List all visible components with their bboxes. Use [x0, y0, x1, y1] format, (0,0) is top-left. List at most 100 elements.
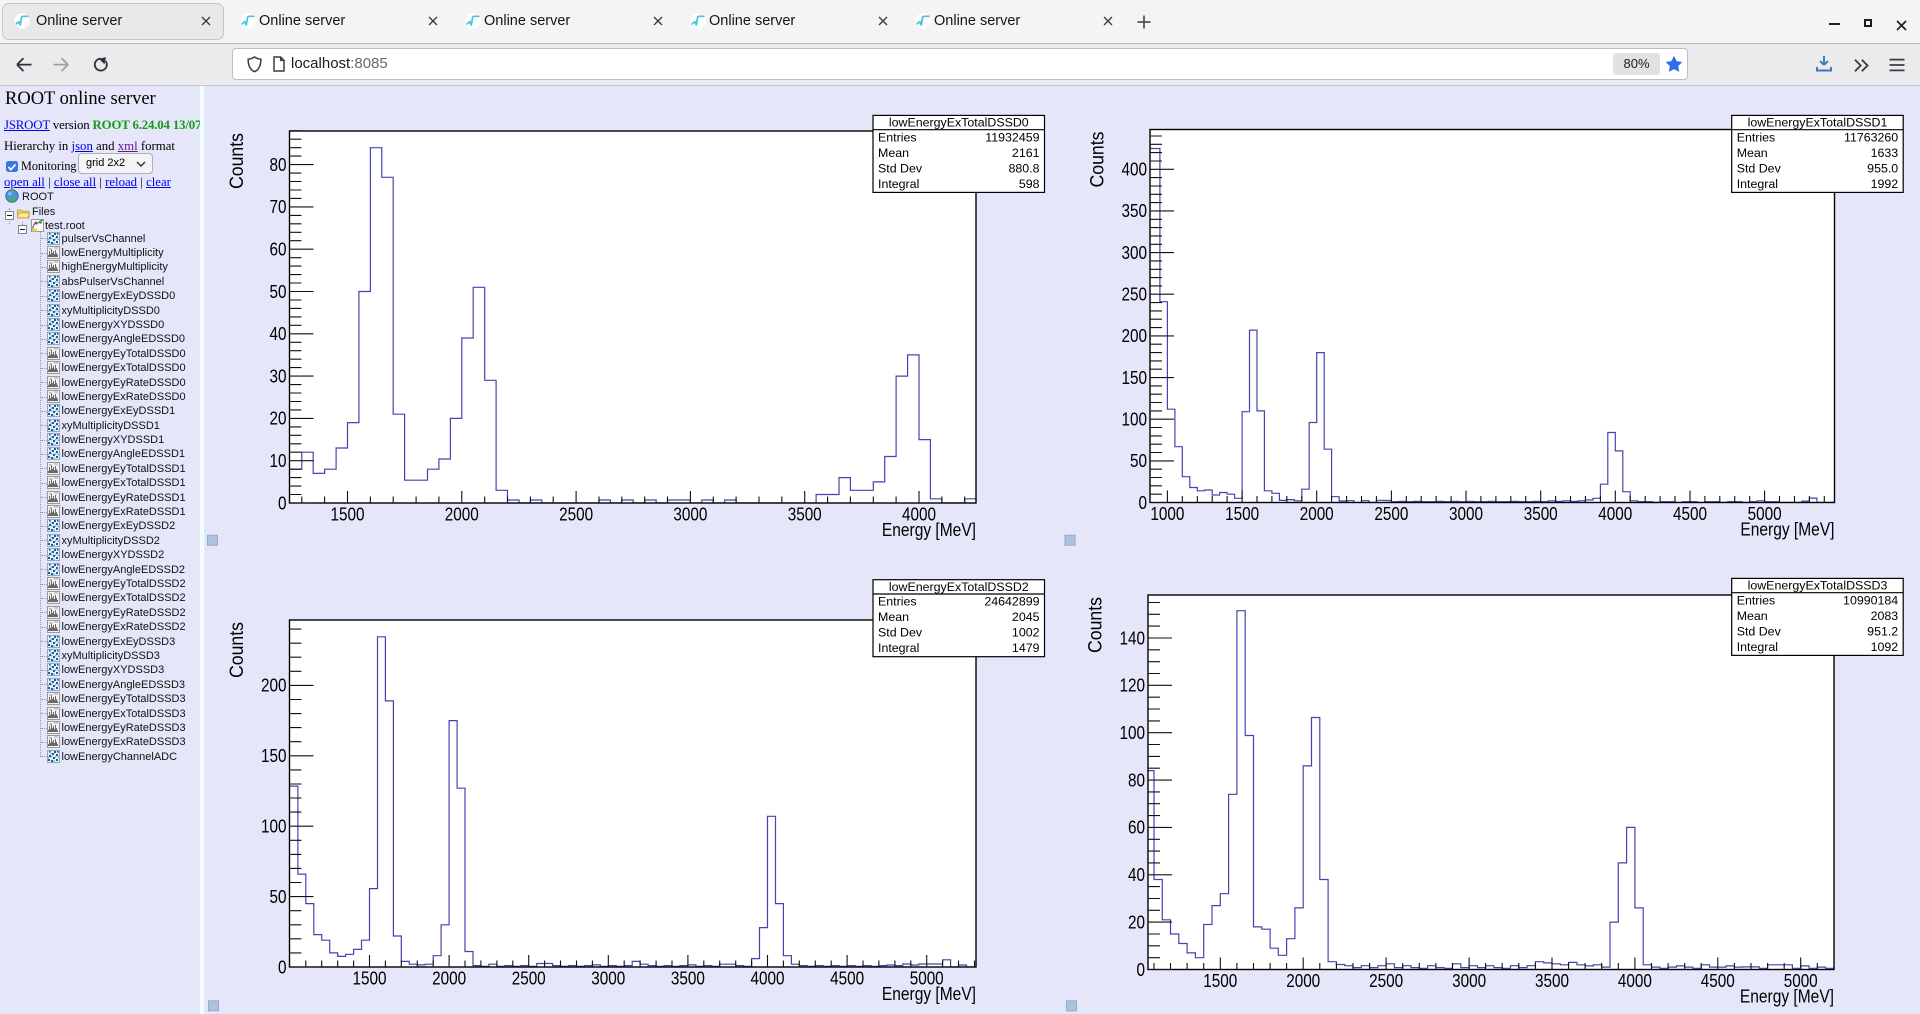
svg-text:60: 60	[1128, 818, 1145, 838]
svg-text:1500: 1500	[331, 505, 365, 525]
svg-text:4000: 4000	[751, 969, 785, 989]
svg-text:50: 50	[270, 282, 287, 302]
svg-text:Integral: Integral	[878, 177, 919, 191]
svg-text:80: 80	[270, 155, 287, 175]
svg-text:4500: 4500	[1701, 971, 1735, 991]
svg-text:50: 50	[270, 887, 287, 907]
svg-text:3500: 3500	[1524, 504, 1558, 524]
svg-text:Std Dev: Std Dev	[1737, 624, 1782, 638]
svg-text:50: 50	[1130, 451, 1147, 471]
svg-text:Counts: Counts	[227, 133, 248, 189]
svg-text:880.8: 880.8	[1008, 161, 1039, 175]
svg-text:1500: 1500	[1203, 971, 1237, 991]
svg-text:lowEnergyExTotalDSSD2: lowEnergyExTotalDSSD2	[889, 580, 1029, 594]
svg-text:200: 200	[1122, 326, 1148, 346]
svg-text:1500: 1500	[1225, 504, 1259, 524]
svg-text:120: 120	[1120, 676, 1146, 696]
svg-text:1092: 1092	[1871, 640, 1899, 654]
svg-text:1000: 1000	[1150, 504, 1184, 524]
svg-text:2000: 2000	[432, 969, 466, 989]
svg-text:lowEnergyExTotalDSSD3: lowEnergyExTotalDSSD3	[1748, 579, 1888, 593]
svg-text:Mean: Mean	[1737, 146, 1768, 160]
svg-text:60: 60	[270, 240, 287, 260]
svg-text:Entries: Entries	[878, 595, 917, 609]
svg-text:2500: 2500	[559, 505, 593, 525]
svg-text:lowEnergyExTotalDSSD1: lowEnergyExTotalDSSD1	[1748, 116, 1888, 130]
svg-text:Energy [MeV]: Energy [MeV]	[882, 983, 976, 1004]
svg-text:0: 0	[278, 957, 287, 977]
svg-text:Entries: Entries	[1737, 593, 1776, 607]
svg-text:350: 350	[1122, 201, 1148, 221]
svg-text:lowEnergyExTotalDSSD0: lowEnergyExTotalDSSD0	[889, 116, 1029, 130]
svg-text:11763260: 11763260	[1844, 130, 1898, 144]
svg-text:40: 40	[270, 324, 287, 344]
svg-text:30: 30	[270, 366, 287, 386]
svg-text:Energy [MeV]: Energy [MeV]	[882, 519, 976, 540]
svg-text:Counts: Counts	[227, 622, 248, 678]
svg-text:Integral: Integral	[1737, 640, 1778, 654]
svg-text:Std Dev: Std Dev	[878, 626, 923, 640]
svg-text:100: 100	[1120, 723, 1146, 743]
svg-text:250: 250	[1122, 285, 1148, 305]
svg-text:Mean: Mean	[1737, 609, 1768, 623]
svg-text:200: 200	[261, 676, 287, 696]
svg-text:140: 140	[1120, 628, 1146, 648]
svg-text:20: 20	[270, 409, 287, 429]
svg-text:Counts: Counts	[1086, 597, 1107, 653]
svg-text:2000: 2000	[1300, 504, 1334, 524]
svg-text:598: 598	[1019, 177, 1040, 191]
svg-text:Entries: Entries	[878, 130, 917, 144]
svg-text:3000: 3000	[673, 505, 707, 525]
svg-text:Mean: Mean	[878, 610, 909, 624]
svg-text:Energy [MeV]: Energy [MeV]	[1740, 519, 1834, 540]
svg-text:Counts: Counts	[1088, 132, 1109, 188]
svg-text:300: 300	[1122, 243, 1148, 263]
svg-text:Integral: Integral	[878, 641, 919, 655]
svg-text:40: 40	[1128, 865, 1145, 885]
svg-text:4000: 4000	[1618, 971, 1652, 991]
svg-text:0: 0	[278, 493, 287, 513]
svg-text:100: 100	[261, 817, 287, 837]
svg-text:1992: 1992	[1871, 177, 1899, 191]
svg-text:2500: 2500	[1374, 504, 1408, 524]
svg-text:Mean: Mean	[878, 146, 909, 160]
svg-text:11932459: 11932459	[985, 130, 1039, 144]
svg-text:955.0: 955.0	[1867, 161, 1898, 175]
svg-text:2500: 2500	[1369, 971, 1403, 991]
svg-text:2161: 2161	[1012, 146, 1040, 160]
svg-text:3500: 3500	[671, 969, 705, 989]
svg-text:3000: 3000	[1449, 504, 1483, 524]
svg-text:0: 0	[1137, 960, 1146, 980]
svg-text:4500: 4500	[1673, 504, 1707, 524]
svg-text:10: 10	[270, 451, 287, 471]
svg-text:24642899: 24642899	[984, 595, 1039, 609]
svg-text:Entries: Entries	[1737, 130, 1776, 144]
svg-text:70: 70	[270, 197, 287, 217]
svg-text:1500: 1500	[353, 969, 387, 989]
svg-text:3500: 3500	[1535, 971, 1569, 991]
svg-text:1633: 1633	[1871, 146, 1899, 160]
svg-text:951.2: 951.2	[1867, 624, 1898, 638]
svg-text:3500: 3500	[788, 505, 822, 525]
svg-text:400: 400	[1122, 160, 1148, 180]
svg-text:4500: 4500	[830, 969, 864, 989]
svg-text:20: 20	[1128, 912, 1145, 932]
svg-text:150: 150	[1122, 368, 1148, 388]
svg-text:2083: 2083	[1871, 609, 1899, 623]
svg-text:3000: 3000	[1452, 971, 1486, 991]
svg-text:100: 100	[1122, 410, 1148, 430]
svg-text:2000: 2000	[1286, 971, 1320, 991]
svg-text:2045: 2045	[1012, 610, 1040, 624]
svg-text:80: 80	[1128, 770, 1145, 790]
svg-text:1479: 1479	[1012, 641, 1040, 655]
svg-text:4000: 4000	[1598, 504, 1632, 524]
svg-text:Integral: Integral	[1737, 177, 1778, 191]
svg-text:2500: 2500	[512, 969, 546, 989]
svg-text:Std Dev: Std Dev	[878, 161, 923, 175]
svg-text:1002: 1002	[1012, 626, 1040, 640]
svg-text:Energy [MeV]: Energy [MeV]	[1740, 986, 1834, 1007]
svg-text:10990184: 10990184	[1843, 593, 1898, 607]
svg-text:2000: 2000	[445, 505, 479, 525]
svg-text:3000: 3000	[591, 969, 625, 989]
svg-text:0: 0	[1139, 493, 1148, 513]
